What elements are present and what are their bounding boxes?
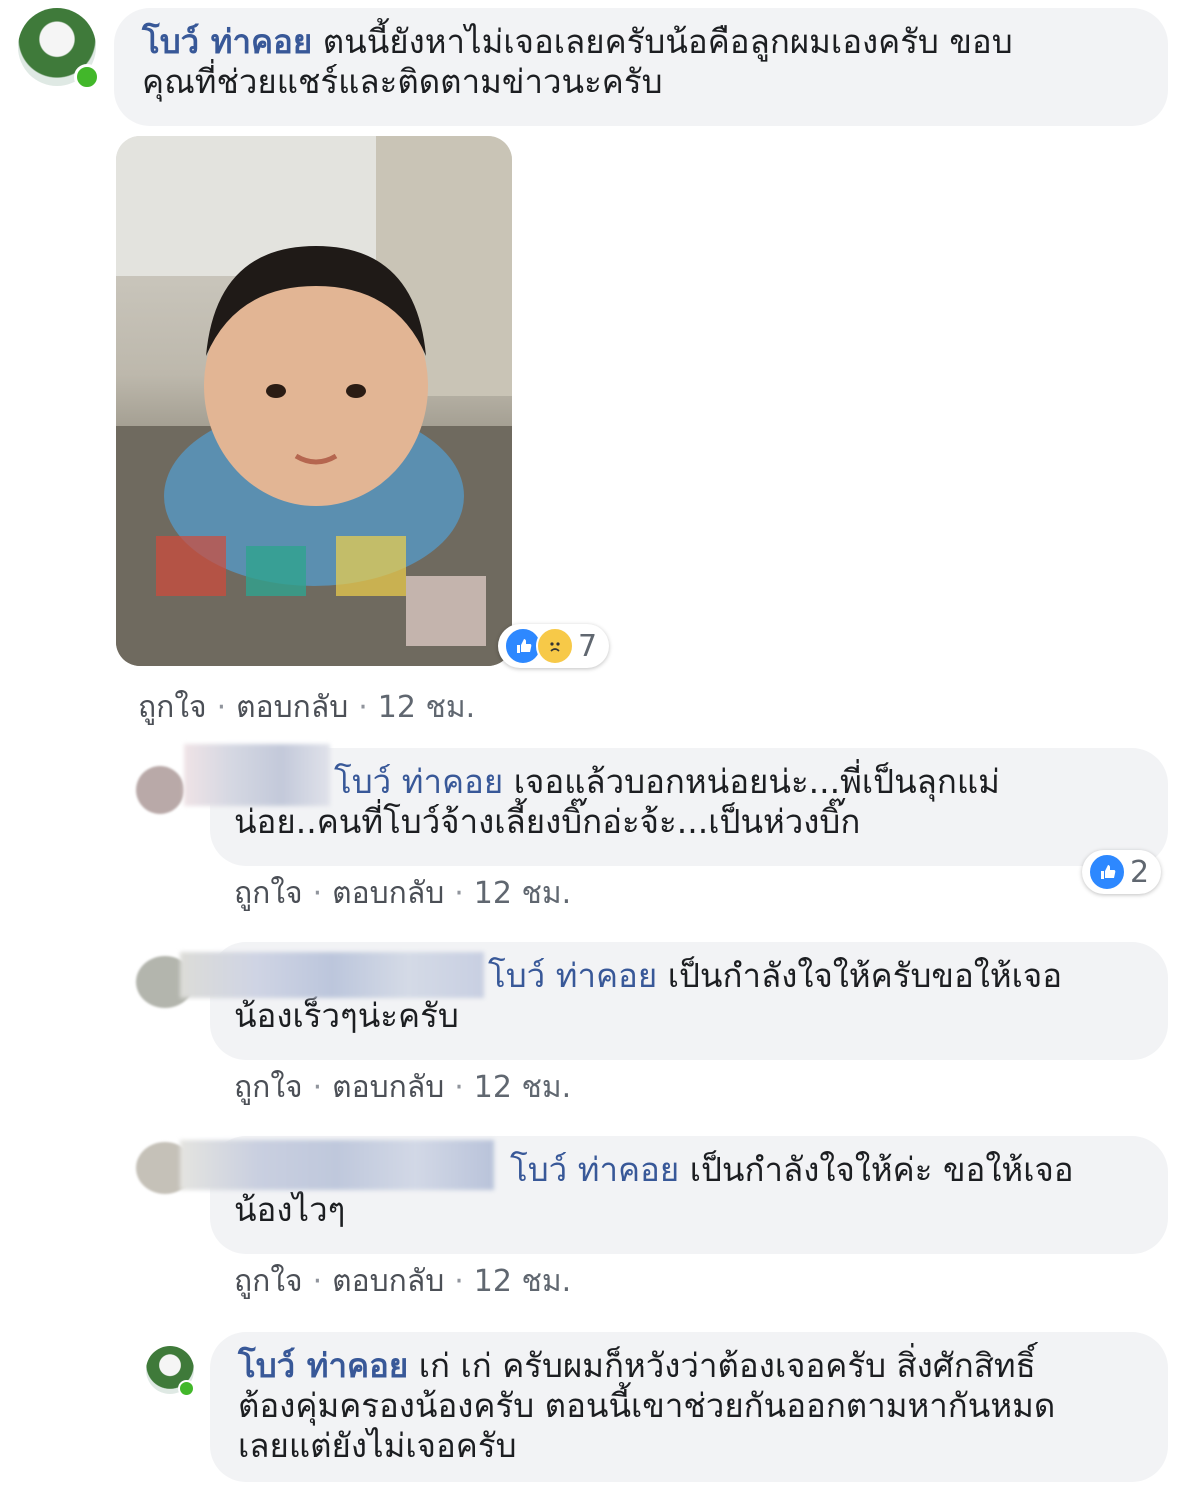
comment-actions: ถูกใจ · ตอบกลับ · 12 ชม.	[138, 690, 476, 725]
reply-mention-link[interactable]: โบว์ ท่าคอย	[510, 1150, 679, 1189]
reply-text-line1: เป็นกำลังใจให้ครับขอให้เจอ	[657, 956, 1063, 995]
reply-mention-link[interactable]: โบว์ ท่าคอย	[488, 956, 657, 995]
reply-timestamp[interactable]: 12 ชม.	[474, 1070, 571, 1105]
reply-actions: ถูกใจ · ตอบกลับ · 12 ชม.	[234, 1070, 572, 1105]
online-status-icon	[178, 1380, 195, 1397]
reply-link[interactable]: ตอบกลับ	[332, 876, 444, 911]
comment-bubble: โบว์ ท่าคอย ตนนี้ยังหาไม่เจอเลยครับน้อคื…	[114, 8, 1168, 126]
reply-bubble: โบว์ ท่าคอย เก่ เก่ ครับผมก็หวังว่าต้องเ…	[210, 1332, 1168, 1482]
reply-text-line2: น้องเร็วๆน่ะครับ	[234, 996, 459, 1035]
reply-actions: ถูกใจ · ตอบกลับ · 12 ชม.	[234, 1264, 572, 1299]
reaction-count: 2	[1130, 854, 1150, 890]
reply-text-line1: เจอแล้วบอกหน่อยน่ะ...พี่เป็นลุกแม่	[503, 762, 1000, 801]
comment-timestamp[interactable]: 12 ชม.	[378, 690, 475, 725]
like-reaction-icon	[1088, 853, 1126, 891]
reply-timestamp[interactable]: 12 ชม.	[474, 876, 571, 911]
comment-author-link[interactable]: โบว์ ท่าคอย	[142, 22, 312, 61]
reply-link[interactable]: ตอบกลับ	[332, 1264, 444, 1299]
attached-photo[interactable]	[116, 136, 512, 666]
reply-author-blurred[interactable]	[180, 1140, 494, 1190]
reply-text-line2: ต้องคุ่มครองน้องครับ ตอนนี้เขาช่วยกันออก…	[238, 1386, 1056, 1425]
reply-avatar-blurred[interactable]	[136, 766, 184, 814]
like-link[interactable]: ถูกใจ	[234, 1070, 303, 1105]
reply-text-line2: น่อย..คนที่โบว์จ้างเลี้ยงบิ๊กอ่ะจ้ะ...เป…	[234, 802, 861, 841]
reply-actions: ถูกใจ · ตอบกลับ · 12 ชม.	[234, 876, 572, 911]
sad-reaction-icon	[536, 627, 574, 665]
reply-timestamp[interactable]: 12 ชม.	[474, 1264, 571, 1299]
reply-author-blurred[interactable]	[180, 952, 484, 998]
reply-text-line1: เป็นกำลังใจให้ค่ะ ขอให้เจอ	[679, 1150, 1074, 1189]
reply-bubble: โบว์ ท่าคอย เจอแล้วบอกหน่อยน่ะ...พี่เป็น…	[210, 748, 1168, 866]
reply-author-link[interactable]: โบว์ ท่าคอย	[238, 1346, 408, 1385]
comment-text-line2: คุณที่ช่วยแชร์และติดตามข่าวนะครับ	[142, 62, 663, 101]
like-link[interactable]: ถูกใจ	[234, 1264, 303, 1299]
reply-reaction-summary[interactable]: 2	[1082, 850, 1162, 894]
reaction-summary[interactable]: 7	[498, 624, 610, 668]
online-status-icon	[74, 64, 100, 90]
reply-author-blurred[interactable]	[184, 744, 330, 806]
reply-text-line2: น้องไวๆ	[234, 1190, 346, 1229]
reply-text-line3: เลยแต่ยังไม่เจอครับ	[238, 1426, 517, 1465]
like-link[interactable]: ถูกใจ	[138, 690, 207, 725]
reaction-count: 7	[578, 628, 598, 664]
photo-illustration	[116, 136, 512, 666]
reply-link[interactable]: ตอบกลับ	[332, 1070, 444, 1105]
reply-text-line1: เก่ เก่ ครับผมก็หวังว่าต้องเจอครับ สิ่งศ…	[408, 1346, 1036, 1385]
like-link[interactable]: ถูกใจ	[234, 876, 303, 911]
comment-text-line1: ตนนี้ยังหาไม่เจอเลยครับน้อคือลูกผมเองครั…	[312, 22, 1013, 61]
reply-mention-link[interactable]: โบว์ ท่าคอย	[334, 762, 503, 801]
reply-link[interactable]: ตอบกลับ	[236, 690, 348, 725]
